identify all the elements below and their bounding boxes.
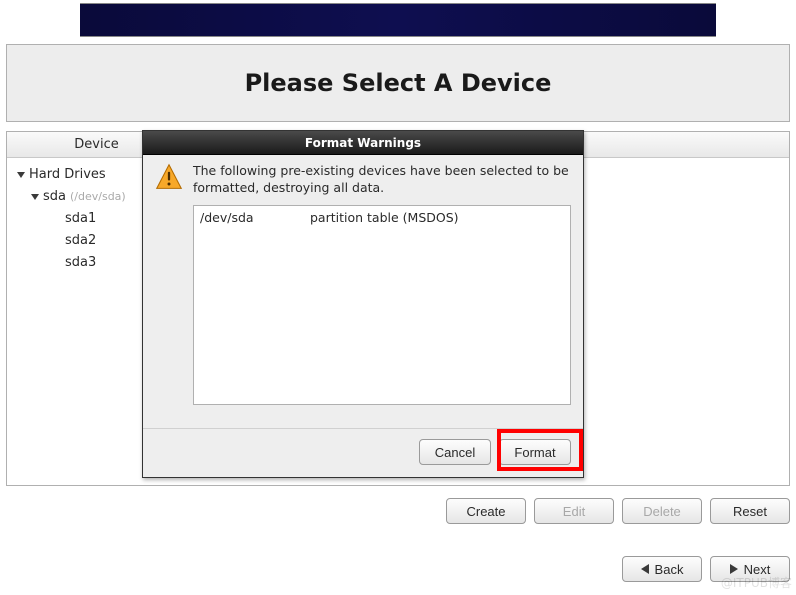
list-item-device: /dev/sda	[200, 210, 280, 226]
warning-icon	[155, 163, 183, 191]
tree-label: Hard Drives	[29, 164, 106, 186]
tree-label: sda2	[65, 230, 96, 252]
cancel-button[interactable]: Cancel	[419, 439, 491, 465]
format-button[interactable]: Format	[499, 439, 571, 465]
tree-label: sda1	[65, 208, 96, 230]
page-title: Please Select A Device	[245, 69, 552, 97]
arrow-left-icon	[641, 564, 649, 574]
watermark: @ITPUB博客	[721, 574, 792, 591]
dialog-device-list[interactable]: /dev/sda partition table (MSDOS)	[193, 205, 571, 405]
list-item-desc: partition table (MSDOS)	[310, 210, 459, 226]
tree-label: sda	[43, 186, 66, 208]
back-button[interactable]: Back	[622, 556, 702, 582]
dialog-footer: Cancel Format	[143, 428, 583, 477]
back-label: Back	[655, 562, 684, 577]
list-item: /dev/sda partition table (MSDOS)	[200, 210, 564, 226]
arrow-right-icon	[730, 564, 738, 574]
create-button[interactable]: Create	[446, 498, 526, 524]
action-button-row: Create Edit Delete Reset	[6, 498, 790, 524]
format-warnings-dialog: Format Warnings The following pre-existi…	[142, 130, 584, 478]
tree-label: sda3	[65, 252, 96, 274]
top-banner	[80, 3, 716, 37]
chevron-down-icon	[17, 172, 25, 178]
tree-subtext: (/dev/sda)	[70, 186, 126, 208]
dialog-message: The following pre-existing devices have …	[193, 163, 571, 197]
reset-button[interactable]: Reset	[710, 498, 790, 524]
chevron-down-icon	[31, 194, 39, 200]
nav-button-row: Back Next	[6, 556, 790, 582]
dialog-body: The following pre-existing devices have …	[143, 155, 583, 428]
dialog-titlebar[interactable]: Format Warnings	[143, 131, 583, 155]
delete-button: Delete	[622, 498, 702, 524]
edit-button: Edit	[534, 498, 614, 524]
title-panel: Please Select A Device	[6, 44, 790, 122]
